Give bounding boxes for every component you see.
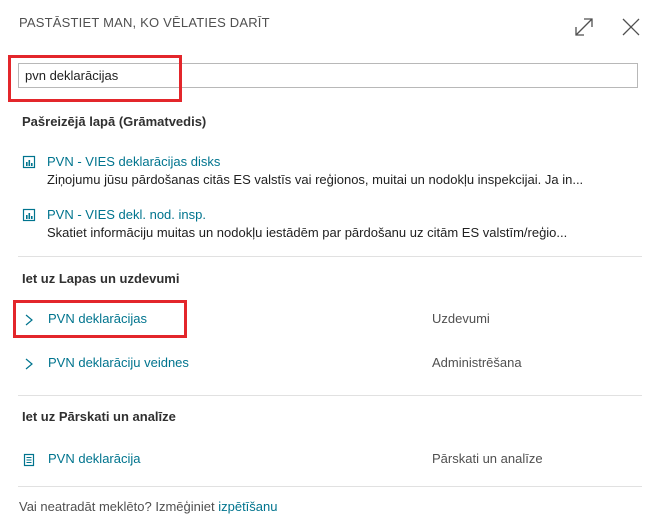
result-category: Pārskati un analīze [432, 451, 543, 466]
footer-prompt: Vai neatradāt meklēto? Izmēģiniet [19, 499, 215, 514]
expand-icon [575, 18, 593, 36]
result-title[interactable]: PVN deklarācijas [48, 311, 147, 326]
close-icon [622, 18, 640, 36]
result-title[interactable]: PVN - VIES deklarācijas disks [47, 154, 220, 169]
result-title[interactable]: PVN deklarācija [48, 451, 141, 466]
tell-me-panel: PASTĀSTIET MAN, KO VĒLATIES DARĪT Pašrei… [0, 0, 660, 523]
result-category: Administrēšana [432, 355, 522, 370]
result-item[interactable]: PVN deklarācija Pārskati un analīze [22, 451, 632, 469]
section-title-pages-tasks: Iet uz Lapas un uzdevumi [22, 271, 180, 286]
result-description: Skatiet informāciju muitas un nodokļu ie… [47, 225, 568, 240]
report-icon [22, 155, 36, 169]
section-title-reports: Iet uz Pārskati un analīze [22, 409, 176, 424]
panel-title: PASTĀSTIET MAN, KO VĒLATIES DARĪT [19, 15, 270, 30]
expand-button[interactable] [571, 14, 597, 40]
footer-text: Vai neatradāt meklēto? Izmēģiniet izpētī… [19, 499, 277, 514]
chevron-right-icon [22, 313, 36, 327]
search-input[interactable] [19, 64, 625, 87]
result-item[interactable]: PVN deklarāciju veidnes Administrēšana [22, 355, 632, 373]
result-title[interactable]: PVN - VIES dekl. nod. insp. [47, 207, 206, 222]
result-category: Uzdevumi [432, 311, 490, 326]
explore-link[interactable]: izpētīšanu [218, 499, 277, 514]
report-icon [22, 208, 36, 222]
document-icon [22, 453, 36, 467]
section-divider [18, 256, 642, 257]
section-divider [18, 486, 642, 487]
section-divider [18, 395, 642, 396]
search-field[interactable] [18, 63, 638, 88]
section-title-current-page: Pašreizējā lapā (Grāmatvedis) [22, 114, 207, 129]
result-description: Ziņojumu jūsu pārdošanas citās ES valstī… [47, 172, 584, 187]
result-title[interactable]: PVN deklarāciju veidnes [48, 355, 189, 370]
result-item[interactable]: PVN - VIES dekl. nod. insp. Skatiet info… [22, 207, 622, 243]
close-button[interactable] [618, 14, 644, 40]
result-item[interactable]: PVN - VIES deklarācijas disks Ziņojumu j… [22, 154, 622, 190]
result-item[interactable]: PVN deklarācijas Uzdevumi [22, 311, 632, 329]
chevron-right-icon [22, 357, 36, 371]
